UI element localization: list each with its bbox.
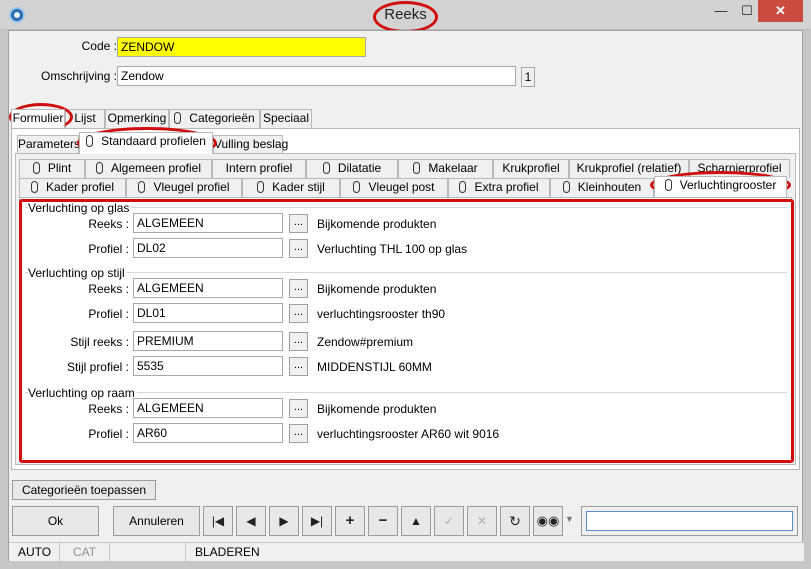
apply-categories-button[interactable]: Categorieën toepassen [12, 480, 156, 500]
tab-vleugel-profiel-label: Vleugel profiel [153, 180, 230, 194]
tab-kleinhouten[interactable]: Kleinhouten [550, 178, 654, 197]
refresh-icon[interactable]: ↻ [500, 506, 530, 536]
tab-verluchtingrooster[interactable]: Verluchtingrooster [654, 176, 787, 197]
last-icon[interactable]: ▶| [302, 506, 332, 536]
title-bar: Reeks — ☐ ✕ [0, 0, 811, 33]
paperclip-icon [30, 181, 38, 193]
paperclip-icon [322, 162, 330, 174]
paperclip-icon [562, 181, 570, 193]
annuleren-button[interactable]: Annuleren [113, 506, 200, 536]
tab-vleugel-post[interactable]: Vleugel post [340, 178, 448, 197]
tab-categorieen[interactable]: Categorieën [169, 109, 260, 128]
tab-intern-profiel[interactable]: Intern profiel [212, 159, 306, 178]
search-box-frame [581, 506, 798, 536]
paperclip-icon [95, 162, 103, 174]
ok-button[interactable]: Ok [12, 506, 99, 536]
next-icon[interactable]: ▶ [269, 506, 299, 536]
status-bar: AUTO CAT BLADEREN [9, 542, 804, 562]
code-input[interactable]: ZENDOW [117, 37, 366, 57]
paperclip-icon [138, 181, 146, 193]
tab-plint[interactable]: Plint [19, 159, 85, 178]
tab-kader-stijl[interactable]: Kader stijl [242, 178, 340, 197]
tab-kleinhouten-label: Kleinhouten [577, 180, 642, 194]
paperclip-icon [257, 181, 265, 193]
title-highlight-oval [373, 1, 438, 33]
status-separator [59, 543, 60, 562]
tab-plint-label: Plint [47, 161, 72, 175]
tab-standaard-profielen-label: Standaard profielen [101, 134, 206, 148]
tab-parameters[interactable]: Parameters [17, 135, 80, 154]
tab-speciaal[interactable]: Speciaal [260, 109, 312, 128]
paperclip-icon [413, 162, 421, 174]
search-input[interactable] [586, 511, 793, 531]
paperclip-icon [174, 112, 182, 124]
tab-kader-profiel[interactable]: Kader profiel [19, 178, 126, 197]
omschrijving-label: Omschrijving : [40, 69, 117, 83]
tab-formulier[interactable]: Formulier [11, 109, 65, 128]
tab-extra-profiel-label: Extra profiel [474, 180, 539, 194]
paperclip-icon [32, 162, 40, 174]
close-button[interactable]: ✕ [758, 0, 803, 22]
paperclip-icon [353, 181, 361, 193]
tab-standaard-profielen[interactable]: Standaard profielen [79, 132, 213, 154]
tab-extra-profiel[interactable]: Extra profiel [448, 178, 550, 197]
status-mode-auto: AUTO [18, 545, 52, 559]
tab-vulling-beslag[interactable]: Vulling beslag [213, 135, 288, 154]
content-highlight-rect [19, 199, 794, 463]
status-mode-bladeren: BLADEREN [195, 545, 260, 559]
tab-kader-profiel-label: Kader profiel [45, 180, 115, 194]
tab-makelaar-label: Makelaar [428, 161, 478, 175]
tab-opmerking[interactable]: Opmerking [105, 109, 169, 128]
paperclip-icon [86, 135, 94, 147]
tab-vleugel-profiel[interactable]: Vleugel profiel [126, 178, 242, 197]
tab-verluchtingrooster-label: Verluchtingrooster [679, 178, 777, 192]
code-label: Code : [81, 39, 117, 53]
tab-dilatatie-label: Dilatatie [337, 161, 382, 175]
remove-icon[interactable]: − [368, 506, 398, 536]
omschrijving-input[interactable]: Zendow [117, 66, 516, 86]
counter-badge: 1 [521, 67, 535, 87]
tab-makelaar[interactable]: Makelaar [398, 159, 493, 178]
paperclip-icon [459, 181, 467, 193]
tab-vleugel-post-label: Vleugel post [368, 180, 435, 194]
paperclip-icon [664, 179, 672, 191]
status-mode-cat: CAT [73, 545, 97, 559]
find-icon[interactable]: ◉◉ [533, 506, 563, 536]
first-icon[interactable]: |◀ [203, 506, 233, 536]
status-separator [109, 543, 110, 562]
add-icon[interactable]: + [335, 506, 365, 536]
chevron-down-icon[interactable]: ▼ [565, 514, 574, 524]
cancel-icon: ✕ [467, 506, 497, 536]
dialog-client: Code : ZENDOW Omschrijving : Zendow 1 Fo… [8, 30, 804, 562]
tab-algemeen-profiel-label: Algemeen profiel [110, 161, 202, 175]
up-icon[interactable]: ▲ [401, 506, 431, 536]
tab-dilatatie[interactable]: Dilatatie [306, 159, 398, 178]
status-separator [185, 543, 186, 562]
tab-kader-stijl-label: Kader stijl [272, 180, 325, 194]
tab-categorieen-label: Categorieën [189, 111, 255, 125]
prev-icon[interactable]: ◀ [236, 506, 266, 536]
tab-algemeen-profiel[interactable]: Algemeen profiel [85, 159, 212, 178]
confirm-icon: ✓ [434, 506, 464, 536]
tab-krukprofiel[interactable]: Krukprofiel [493, 159, 569, 178]
